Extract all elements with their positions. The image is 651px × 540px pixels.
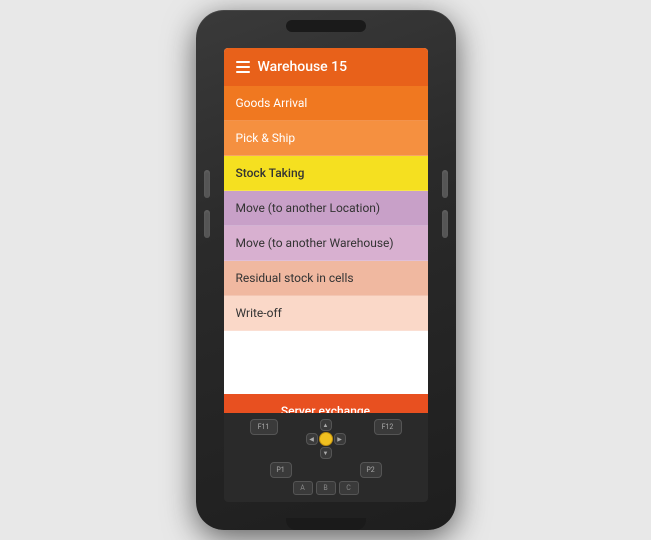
f-key-row: F11 ▲ ◀ ▶ ▼	[228, 419, 424, 459]
nav-right-key[interactable]: ▶	[334, 433, 346, 445]
menu-item-write-off[interactable]: Write-off	[224, 296, 428, 331]
app-screen: Warehouse 15 Goods Arrival Pick & Ship S…	[224, 48, 428, 428]
p-key-row: P1 P2	[228, 462, 424, 478]
p1-key[interactable]: P1	[270, 462, 292, 478]
menu-item-residual-stock[interactable]: Residual stock in cells	[224, 261, 428, 296]
nav-left-key[interactable]: ◀	[306, 433, 318, 445]
menu-item-move-location[interactable]: Move (to another Location)	[224, 191, 428, 226]
menu-items-container: Goods Arrival Pick & Ship Stock Taking M…	[224, 86, 428, 331]
p2-key[interactable]: P2	[360, 462, 382, 478]
nav-up-key[interactable]: ▲	[320, 419, 332, 431]
abc-key-row: A B C	[228, 481, 424, 495]
hamburger-menu-icon[interactable]	[236, 61, 250, 73]
side-button-right-1[interactable]	[442, 170, 448, 198]
menu-item-stock-taking[interactable]: Stock Taking	[224, 156, 428, 191]
nav-center-key[interactable]	[319, 432, 333, 446]
side-button-left-1[interactable]	[204, 170, 210, 198]
device: Warehouse 15 Goods Arrival Pick & Ship S…	[181, 5, 471, 535]
nav-down-key[interactable]: ▼	[320, 447, 332, 459]
device-top-notch	[286, 20, 366, 32]
side-button-right-2[interactable]	[442, 210, 448, 238]
side-button-left-2[interactable]	[204, 210, 210, 238]
key-b[interactable]: B	[316, 481, 336, 495]
device-body: Warehouse 15 Goods Arrival Pick & Ship S…	[196, 10, 456, 530]
scan-trigger[interactable]	[286, 518, 366, 530]
menu-list: Goods Arrival Pick & Ship Stock Taking M…	[224, 86, 428, 428]
menu-item-pick-ship[interactable]: Pick & Ship	[224, 121, 428, 156]
menu-item-move-warehouse[interactable]: Move (to another Warehouse)	[224, 226, 428, 261]
keypad-area: F11 ▲ ◀ ▶ ▼	[224, 413, 428, 502]
key-a[interactable]: A	[293, 481, 313, 495]
key-c[interactable]: C	[339, 481, 359, 495]
nav-cluster-wrapper: ▲ ◀ ▶ ▼	[306, 419, 346, 459]
f12-key[interactable]: F12	[374, 419, 402, 435]
menu-item-goods-arrival[interactable]: Goods Arrival	[224, 86, 428, 121]
f11-key[interactable]: F11	[250, 419, 278, 435]
app-title: Warehouse 15	[258, 59, 348, 75]
app-header: Warehouse 15	[224, 48, 428, 86]
